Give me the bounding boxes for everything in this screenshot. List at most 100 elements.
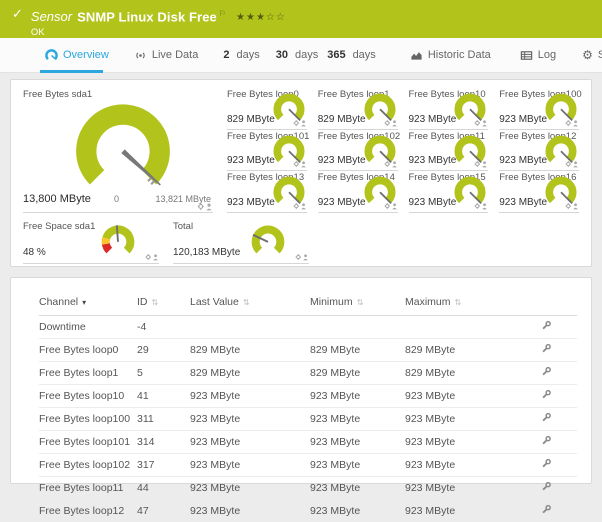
gauge-label: Free Space sda1: [23, 221, 95, 232]
channel-minimum: 829 MByte: [310, 362, 405, 385]
edit-channel-button[interactable]: [515, 362, 577, 385]
channel-minimum: 923 MByte: [310, 477, 405, 500]
channel-name: Free Bytes loop10: [39, 385, 137, 408]
edit-channel-button[interactable]: [515, 339, 577, 362]
channel-last-value: 829 MByte: [190, 339, 310, 362]
gauge-value: 923 MByte: [409, 197, 457, 208]
gauge-cell: Free Bytes loop1 829 MByte: [318, 88, 398, 130]
tab-365-days[interactable]: 365days: [327, 49, 376, 61]
sort-icon: ⇅: [152, 298, 159, 307]
channel-settings-icons[interactable]: [197, 202, 213, 211]
channel-name: Free Bytes loop12: [39, 500, 137, 522]
channel-settings-icons[interactable]: [565, 160, 579, 168]
column-header-last-value[interactable]: Last Value⇅: [190, 292, 310, 316]
live-signal-icon: [134, 49, 147, 62]
edit-channel-button[interactable]: [515, 454, 577, 477]
sensor-header: ✓ SensorSNMP Linux Disk Free⚐★★★☆☆ OK: [0, 0, 602, 38]
channel-settings-icons[interactable]: [295, 253, 309, 261]
edit-channel-button[interactable]: [515, 431, 577, 454]
channel-settings-icons[interactable]: [565, 202, 579, 210]
channel-id: -4: [137, 316, 190, 339]
table-row: Free Bytes loop12 47 923 MByte 923 MByte…: [39, 500, 577, 522]
wrench-icon: [541, 435, 552, 446]
priority-stars[interactable]: ★★★☆☆: [236, 12, 286, 23]
gauge-value: 923 MByte: [409, 114, 457, 125]
priority-flag-icon[interactable]: ⚐: [219, 9, 226, 18]
gauge-cell: Free Bytes loop101 923 MByte: [227, 130, 307, 172]
channel-last-value: 923 MByte: [190, 500, 310, 522]
column-header-minimum[interactable]: Minimum⇅: [310, 292, 405, 316]
column-header-maximum[interactable]: Maximum⇅: [405, 292, 515, 316]
channel-minimum: 923 MByte: [310, 408, 405, 431]
channel-table: Channel▾ ID⇅ Last Value⇅ Minimum⇅ Maximu…: [39, 292, 577, 522]
total-gauge: [249, 221, 287, 257]
channel-id: 41: [137, 385, 190, 408]
tab-log[interactable]: Log: [520, 49, 556, 62]
table-row: Free Bytes loop11 44 923 MByte 923 MByte…: [39, 477, 577, 500]
channel-settings-icons[interactable]: [384, 119, 398, 127]
status-badge: OK: [31, 27, 286, 38]
gear-icon: ⚙: [582, 49, 593, 61]
edit-channel-button[interactable]: [515, 477, 577, 500]
channel-settings-icons[interactable]: [474, 119, 488, 127]
tab-settings[interactable]: ⚙ Settings: [582, 49, 602, 61]
tab-30-days[interactable]: 30days: [276, 49, 319, 61]
main-gauge-cell: Free Bytes sda1 13,800 MByte 0 13,821 MB…: [23, 88, 213, 213]
channel-last-value: [190, 316, 310, 339]
channel-name: Free Bytes loop101: [39, 431, 137, 454]
wrench-icon: [541, 389, 552, 400]
gauge-cell: Free Bytes loop13 923 MByte: [227, 171, 307, 213]
tab-overview[interactable]: Overview: [45, 49, 109, 62]
channel-settings-icons[interactable]: [293, 119, 307, 127]
gauge-value: 923 MByte: [318, 197, 366, 208]
channel-maximum: 923 MByte: [405, 500, 515, 522]
channel-maximum: 923 MByte: [405, 477, 515, 500]
channel-id: 314: [137, 431, 190, 454]
channel-maximum: 923 MByte: [405, 431, 515, 454]
main-gauge: [65, 99, 181, 192]
gauge-value: 923 MByte: [318, 155, 366, 166]
sort-icon: ⇅: [243, 298, 250, 307]
wrench-icon: [541, 458, 552, 469]
tab-live-data-label: Live Data: [152, 49, 198, 61]
column-header-id[interactable]: ID⇅: [137, 292, 190, 316]
table-row: Free Bytes loop102 317 923 MByte 923 MBy…: [39, 454, 577, 477]
channel-maximum: 829 MByte: [405, 362, 515, 385]
tab-2-days[interactable]: 2days: [223, 49, 259, 61]
channel-minimum: 923 MByte: [310, 431, 405, 454]
channel-settings-icons[interactable]: [565, 119, 579, 127]
sort-desc-icon: ▾: [82, 298, 86, 307]
channel-settings-icons[interactable]: [293, 202, 307, 210]
channel-settings-icons[interactable]: [474, 202, 488, 210]
channel-settings-icons[interactable]: [384, 160, 398, 168]
column-header-channel[interactable]: Channel▾: [39, 292, 137, 316]
free-space-gauge-cell: Free Space sda1 48 %: [23, 220, 159, 264]
channel-last-value: 923 MByte: [190, 477, 310, 500]
tab-live-data[interactable]: Live Data: [134, 49, 198, 62]
channel-settings-icons[interactable]: [384, 202, 398, 210]
channel-last-value: 923 MByte: [190, 408, 310, 431]
tab-historic-data[interactable]: Historic Data: [410, 49, 491, 62]
channel-maximum: 923 MByte: [405, 454, 515, 477]
edit-channel-button[interactable]: [515, 500, 577, 522]
edit-channel-button[interactable]: [515, 316, 577, 339]
gauge-value: 923 MByte: [499, 114, 547, 125]
channel-name: Free Bytes loop11: [39, 477, 137, 500]
main-gauge-scale-min: 0: [114, 194, 119, 204]
status-ok-check-icon: ✓: [12, 6, 23, 21]
table-row: Downtime -4: [39, 316, 577, 339]
channel-settings-icons[interactable]: [474, 160, 488, 168]
channel-settings-icons[interactable]: [145, 253, 159, 261]
active-tab-underline: [40, 70, 103, 73]
gauge-value: 829 MByte: [227, 114, 275, 125]
tab-bar: Overview Live Data 2days 30days 365days …: [0, 38, 602, 73]
sort-icon: ⇅: [357, 298, 364, 307]
channel-id: 44: [137, 477, 190, 500]
gauge-cell: Free Bytes loop0 829 MByte: [227, 88, 307, 130]
object-kind-label: Sensor: [31, 9, 72, 24]
channel-name: Free Bytes loop0: [39, 339, 137, 362]
channel-settings-icons[interactable]: [293, 160, 307, 168]
channel-id: 317: [137, 454, 190, 477]
edit-channel-button[interactable]: [515, 385, 577, 408]
edit-channel-button[interactable]: [515, 408, 577, 431]
